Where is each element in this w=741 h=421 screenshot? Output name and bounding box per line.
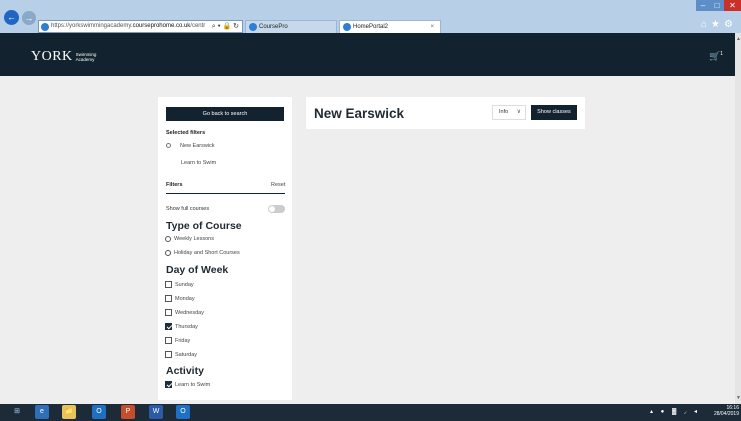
checkbox-sunday[interactable]: Sunday xyxy=(165,281,194,288)
checkbox-saturday[interactable]: Saturday xyxy=(165,351,197,358)
option-label: Thursday xyxy=(175,323,198,330)
filters-divider xyxy=(166,193,285,194)
scroll-down-icon[interactable]: ▼ xyxy=(736,395,741,401)
tab-label: HomePortal2 xyxy=(353,24,389,30)
tab-close-icon[interactable]: × xyxy=(430,21,434,33)
address-bar[interactable]: https://yorkswimmingacademy.courseprohom… xyxy=(38,20,243,33)
ie-logo-icon xyxy=(41,23,49,31)
back-arrow-icon[interactable]: ← xyxy=(4,10,19,25)
tab-label: CoursePro xyxy=(259,24,288,30)
option-label: Weekly Lessons xyxy=(174,236,214,242)
checkbox-checked-icon xyxy=(165,381,172,388)
option-label: Monday xyxy=(175,295,195,302)
radio-weekly-lessons[interactable]: Weekly Lessons xyxy=(165,236,214,242)
radio-icon xyxy=(165,250,171,256)
activity-heading: Activity xyxy=(166,365,204,377)
address-controls-icons[interactable]: ⌕ ▾ 🔒 ↻ xyxy=(212,21,239,32)
cart-icon[interactable]: 🛒1 xyxy=(709,51,723,62)
option-label: Friday xyxy=(175,337,191,344)
checkbox-icon xyxy=(165,295,172,302)
logo-text: YORK xyxy=(31,49,73,64)
tab-homeportal2[interactable]: HomePortal2 × xyxy=(339,20,441,33)
option-label: Saturday xyxy=(175,351,198,358)
powerpoint-icon[interactable]: P xyxy=(121,405,135,419)
system-tray-icons[interactable]: ▴ ● ▓ ◞ ◂ xyxy=(650,408,700,415)
cart-count: 1 xyxy=(720,51,723,57)
info-label: Info xyxy=(499,109,509,115)
site-header xyxy=(0,33,741,76)
show-full-courses-toggle[interactable] xyxy=(268,205,285,213)
checkbox-icon xyxy=(165,281,172,288)
checkbox-icon xyxy=(165,309,172,316)
york-swimming-academy-logo[interactable]: YORK Swimming Academy xyxy=(31,49,96,65)
checkbox-icon xyxy=(165,337,172,344)
radio-holiday-short-courses[interactable]: Holiday and Short Courses xyxy=(165,250,240,256)
close-window-button[interactable]: ✕ xyxy=(724,0,741,11)
option-label: Wednesday xyxy=(175,309,204,316)
selected-filters-heading: Selected filters xyxy=(166,130,206,136)
start-button-icon[interactable]: ⊞ xyxy=(10,405,24,419)
scroll-up-icon[interactable]: ▲ xyxy=(736,36,741,42)
checkbox-monday[interactable]: Monday xyxy=(165,295,195,302)
option-label: Learn to Swim xyxy=(175,381,211,388)
word-icon[interactable]: W xyxy=(149,405,163,419)
radio-icon xyxy=(165,236,171,242)
forward-arrow-icon[interactable]: → xyxy=(22,11,36,25)
maximize-button[interactable]: □ xyxy=(710,0,724,11)
checkbox-friday[interactable]: Friday xyxy=(165,337,190,344)
chevron-down-icon: ∨ xyxy=(516,109,521,115)
minimize-button[interactable]: – xyxy=(696,0,710,11)
option-label: Holiday and Short Courses xyxy=(174,250,240,256)
checkbox-checked-icon xyxy=(165,323,172,330)
location-pin-icon xyxy=(166,143,171,149)
show-full-courses-label: Show full courses xyxy=(166,206,210,212)
checkbox-learn-to-swim[interactable]: Learn to Swim xyxy=(165,381,210,388)
url-domain: courseprohome.co.uk xyxy=(132,23,191,29)
info-dropdown[interactable]: Info ∨ xyxy=(492,105,526,120)
checkbox-wednesday[interactable]: Wednesday xyxy=(165,309,204,316)
filters-heading: Filters xyxy=(166,182,183,188)
internet-explorer-icon[interactable]: e xyxy=(35,405,49,419)
ie-logo-icon xyxy=(343,23,351,31)
checkbox-icon xyxy=(165,351,172,358)
logo-subtitle: Swimming Academy xyxy=(76,52,97,62)
type-of-course-heading: Type of Course xyxy=(166,220,242,232)
outlook-icon-2[interactable]: O xyxy=(176,405,190,419)
selected-filter-location[interactable]: New Earswick xyxy=(166,143,215,149)
page-title: New Earswick xyxy=(314,106,405,121)
go-back-to-search-button[interactable]: Go back to search xyxy=(166,107,284,121)
logo-sub-line-2: Academy xyxy=(75,57,95,62)
option-label: Sunday xyxy=(175,281,194,288)
url-suffix: /centr xyxy=(190,23,206,29)
selected-filter-label: New Earswick xyxy=(180,143,215,149)
file-explorer-icon[interactable]: 📁 xyxy=(62,405,76,419)
clock-date: 28/04/2019 xyxy=(713,411,739,417)
taskbar-clock[interactable]: 16:16 28/04/2019 xyxy=(705,405,739,417)
selected-filter-activity[interactable]: Learn to Swim xyxy=(181,160,216,166)
page-scrollbar[interactable] xyxy=(735,33,741,404)
day-of-week-heading: Day of Week xyxy=(166,264,229,276)
tab-coursepro[interactable]: CoursePro xyxy=(245,20,337,33)
home-favorites-settings-icons[interactable]: ⌂★⚙ xyxy=(701,19,737,30)
reset-filters-link[interactable]: Reset xyxy=(271,182,285,188)
ie-logo-icon xyxy=(249,23,257,31)
outlook-icon[interactable]: O xyxy=(92,405,106,419)
cart-glyph: 🛒 xyxy=(709,51,721,61)
show-classes-button[interactable]: Show classes xyxy=(531,105,577,120)
url-prefix: https://yorkswimmingacademy. xyxy=(51,23,133,29)
checkbox-thursday[interactable]: Thursday xyxy=(165,323,198,330)
windows-taskbar xyxy=(0,404,741,421)
